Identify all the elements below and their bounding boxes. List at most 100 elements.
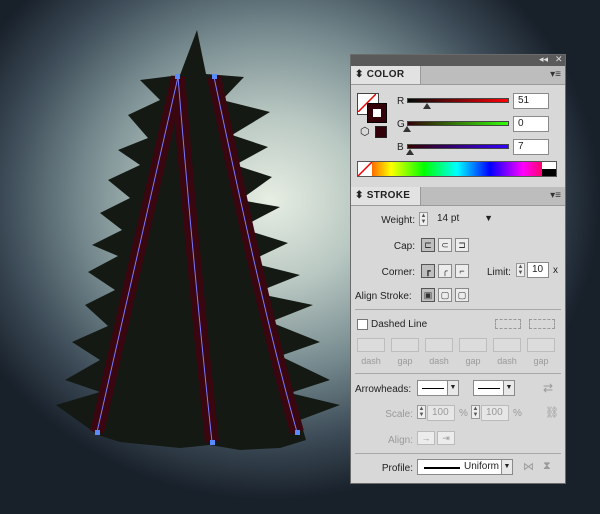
slider-r-thumb[interactable] bbox=[423, 103, 432, 109]
slider-g-thumb[interactable] bbox=[403, 126, 411, 132]
input-b[interactable]: 7 bbox=[513, 139, 549, 155]
out-of-gamut-swatch[interactable] bbox=[375, 126, 387, 138]
gap-input-3[interactable] bbox=[527, 338, 555, 352]
corner-label: Corner: bbox=[381, 267, 415, 278]
separator bbox=[355, 373, 561, 374]
cube-icon[interactable]: ⬡ bbox=[360, 125, 370, 138]
cap-label: Cap: bbox=[393, 241, 415, 252]
dashed-line-label: Dashed Line bbox=[371, 319, 428, 330]
color-tab-row: ⬍ COLOR ▾≡ bbox=[351, 66, 565, 85]
dash-label: dash bbox=[429, 356, 449, 366]
flip-horizontal-icon[interactable]: ⋈ bbox=[523, 460, 534, 473]
anchor-point[interactable] bbox=[295, 430, 300, 435]
align-dash-icon[interactable] bbox=[529, 319, 555, 329]
gap-label: gap bbox=[397, 356, 413, 366]
limit-input[interactable]: 10 bbox=[527, 262, 549, 278]
weight-stepper[interactable]: ▲ ▼ bbox=[419, 212, 428, 226]
stroke-swatch-center bbox=[373, 109, 381, 117]
profile-value: Uniform bbox=[464, 461, 500, 472]
dash-input-2[interactable] bbox=[425, 338, 453, 352]
weight-dropdown[interactable]: 14 pt ▼ bbox=[431, 212, 497, 228]
miter-join-button[interactable]: ┏ bbox=[421, 264, 435, 278]
channel-b-label: B bbox=[397, 142, 404, 153]
arrow-extend-button[interactable]: → bbox=[417, 431, 435, 445]
none-swatch[interactable] bbox=[357, 161, 373, 177]
black-swatch[interactable] bbox=[542, 169, 556, 176]
collapse-icon[interactable]: ◂◂ bbox=[539, 54, 548, 65]
uniform-line-icon bbox=[424, 467, 460, 469]
tab-stroke[interactable]: ⬍ STROKE bbox=[351, 187, 421, 205]
stroke-tab-label: STROKE bbox=[366, 190, 411, 201]
profile-dropdown[interactable]: Uniform ▼ bbox=[417, 459, 513, 475]
dash-input-1[interactable] bbox=[357, 338, 385, 352]
start-arrowhead-dropdown[interactable]: ▼ bbox=[417, 380, 459, 396]
gap-input-1[interactable] bbox=[391, 338, 419, 352]
panel-menu-icon[interactable]: ▾≡ bbox=[550, 190, 561, 201]
slider-r[interactable] bbox=[407, 98, 509, 103]
scale-start-stepper[interactable]: ▲ ▼ bbox=[417, 405, 426, 419]
input-g[interactable]: 0 bbox=[513, 116, 549, 132]
gap-input-2[interactable] bbox=[459, 338, 487, 352]
tab-color[interactable]: ⬍ COLOR bbox=[351, 66, 421, 84]
link-icon[interactable]: ⛓ bbox=[545, 406, 559, 419]
swap-arrowheads-icon[interactable]: ⇄ bbox=[543, 381, 553, 395]
arrow-place-button[interactable]: ⇥ bbox=[437, 431, 455, 445]
percent-label: % bbox=[459, 408, 468, 419]
projecting-cap-button[interactable]: ⊐ bbox=[455, 238, 469, 252]
end-arrowhead-dropdown[interactable]: ▼ bbox=[473, 380, 515, 396]
scale-end-input[interactable]: 100 bbox=[481, 405, 509, 421]
line-icon bbox=[422, 388, 444, 389]
limit-unit: x bbox=[553, 265, 558, 276]
anchor-point[interactable] bbox=[212, 74, 217, 79]
round-join-button[interactable]: ╭ bbox=[438, 264, 452, 278]
close-icon[interactable]: ✕ bbox=[555, 54, 563, 65]
separator bbox=[355, 309, 561, 310]
arrowheads-label: Arrowheads: bbox=[355, 384, 412, 395]
gap-label: gap bbox=[465, 356, 481, 366]
scale-start-input[interactable]: 100 bbox=[427, 405, 455, 421]
scale-end-stepper[interactable]: ▲ ▼ bbox=[471, 405, 480, 419]
gap-label: gap bbox=[533, 356, 549, 366]
anchor-point[interactable] bbox=[210, 440, 215, 445]
round-cap-button[interactable]: ⊂ bbox=[438, 238, 452, 252]
line-icon bbox=[478, 388, 500, 389]
dash-label: dash bbox=[497, 356, 517, 366]
dash-input-3[interactable] bbox=[493, 338, 521, 352]
color-stroke-panel: ◂◂ ✕ ⬍ COLOR ▾≡ ⬡ R 51 G 0 B 7 ⬍ STROKE … bbox=[350, 54, 566, 484]
chevron-down-icon: ▼ bbox=[503, 381, 514, 395]
bevel-join-button[interactable]: ⌐ bbox=[455, 264, 469, 278]
butt-cap-button[interactable]: ⊏ bbox=[421, 238, 435, 252]
separator bbox=[355, 453, 561, 454]
color-tab-label: COLOR bbox=[366, 69, 405, 80]
flip-vertical-icon[interactable]: ⧗ bbox=[543, 460, 551, 473]
panel-titlebar[interactable]: ◂◂ ✕ bbox=[351, 54, 565, 66]
weight-label: Weight: bbox=[381, 215, 415, 226]
dashed-line-checkbox[interactable] bbox=[357, 319, 368, 330]
align-center-button[interactable]: ▣ bbox=[421, 288, 435, 302]
input-r[interactable]: 51 bbox=[513, 93, 549, 109]
stroke-swatch[interactable] bbox=[367, 103, 387, 123]
align-stroke-label: Align Stroke: bbox=[355, 291, 412, 302]
profile-label: Profile: bbox=[381, 463, 413, 474]
dash-label: dash bbox=[361, 356, 381, 366]
chevron-down-icon: ▼ bbox=[501, 460, 512, 474]
panel-menu-icon[interactable]: ▾≡ bbox=[550, 69, 561, 80]
white-swatch[interactable] bbox=[542, 162, 556, 169]
channel-r-label: R bbox=[397, 96, 405, 107]
align-inside-button[interactable]: ▢ bbox=[438, 288, 452, 302]
arrow-align-label: Align: bbox=[387, 435, 413, 446]
anchor-point[interactable] bbox=[95, 430, 100, 435]
stroke-tab-row: ⬍ STROKE ▾≡ bbox=[351, 187, 565, 206]
chevron-down-icon: ▼ bbox=[447, 381, 458, 395]
limit-stepper[interactable]: ▲ ▼ bbox=[516, 263, 525, 277]
slider-b-thumb[interactable] bbox=[405, 149, 414, 155]
slider-b[interactable] bbox=[407, 144, 509, 149]
percent-label: % bbox=[513, 408, 522, 419]
slider-g[interactable] bbox=[407, 121, 509, 126]
preserve-dash-icon[interactable] bbox=[495, 319, 521, 329]
color-spectrum-bar[interactable] bbox=[357, 161, 557, 177]
anchor-point[interactable] bbox=[175, 74, 180, 79]
none-icon bbox=[357, 161, 373, 177]
scale-label: Scale: bbox=[385, 409, 413, 420]
align-outside-button[interactable]: ▢ bbox=[455, 288, 469, 302]
